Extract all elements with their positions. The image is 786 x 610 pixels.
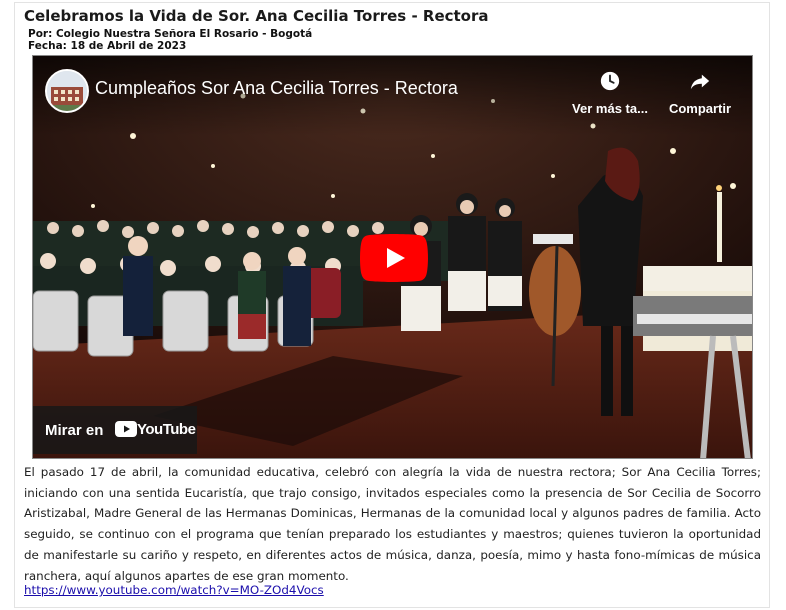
article-title: Celebramos la Vida de Sor. Ana Cecilia T… xyxy=(24,7,489,25)
article-date: Fecha: 18 de Abril de 2023 xyxy=(28,40,187,52)
youtube-embed[interactable]: Cumpleaños Sor Ana Cecilia Torres - Rect… xyxy=(32,55,753,459)
article-body: El pasado 17 de abril, la comunidad educ… xyxy=(24,465,761,583)
watch-later-button[interactable]: Ver más ta... xyxy=(567,70,653,116)
youtube-wordmark: YouTube xyxy=(137,421,196,438)
youtube-link[interactable]: https://www.youtube.com/watch?v=MO-ZOd4V… xyxy=(24,583,324,597)
school-building-icon xyxy=(47,71,87,111)
play-button[interactable] xyxy=(360,234,428,282)
watch-later-label: Ver más ta... xyxy=(572,101,648,116)
share-label: Compartir xyxy=(668,101,732,116)
clock-icon xyxy=(600,71,620,91)
video-title[interactable]: Cumpleaños Sor Ana Cecilia Torres - Rect… xyxy=(95,78,458,99)
share-button[interactable]: Compartir xyxy=(665,70,735,116)
youtube-logo-icon xyxy=(115,421,137,437)
share-arrow-icon xyxy=(690,74,710,90)
article-author: Por: Colegio Nuestra Señora El Rosario -… xyxy=(28,28,313,40)
watch-on-youtube-button[interactable]: Mirar en YouTube xyxy=(33,406,197,454)
watch-on-label: Mirar en xyxy=(45,422,104,439)
channel-avatar[interactable] xyxy=(45,69,89,113)
